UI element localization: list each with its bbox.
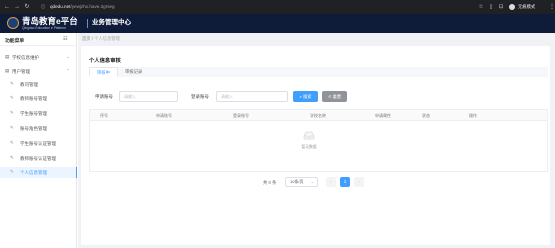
forward-icon[interactable]: → [13, 3, 21, 11]
app-header: 青岛教育e平台 Qingdao Education e Platform 业务管… [0, 14, 555, 33]
column-header: 学校名称 [310, 113, 326, 118]
browser-menu-icon[interactable]: ⋮ [549, 3, 555, 11]
menu-item-label: 学生账号管理 [20, 111, 47, 116]
breadcrumb: 首页 / 个人信息管理 [82, 36, 120, 42]
menu-item-account-roles[interactable]: ✎ 账号角色管理 [0, 123, 77, 134]
incognito-avatar-icon [509, 4, 515, 10]
site-info-icon[interactable]: ⓘ [39, 3, 47, 11]
search-button[interactable]: ⌕ 搜索 [293, 91, 318, 102]
incognito-label: 无痕模式 [518, 4, 536, 9]
tab-bar-background [89, 67, 548, 77]
edit-icon: ✎ [10, 140, 14, 145]
menu-item-label: 学生账号认证管理 [20, 141, 56, 146]
chevron-down-icon: ⌄ [66, 54, 70, 59]
side-panel-icon[interactable]: ▯ [487, 3, 495, 11]
reset-button-label: 重置 [332, 94, 342, 99]
applicant-account-input[interactable]: 请输入 [119, 91, 178, 102]
menu-item-label: 教师账号管理 [20, 96, 47, 101]
bookmark-star-icon[interactable]: ☆ [477, 3, 485, 11]
menu-item-teacher-verification[interactable]: ✎ 教师账号认证管理 [0, 153, 77, 164]
search-button-label: 搜索 [303, 94, 312, 99]
login-account-input[interactable]: 请输入 [216, 91, 288, 102]
review-table: 序号 申请账号 登录账号 学校名称 申请属性 状态 操作 暂无数据 [89, 109, 548, 172]
breadcrumb-separator: / [91, 36, 93, 41]
edit-icon: ✎ [10, 125, 14, 130]
header-divider [87, 19, 88, 28]
platform-logo[interactable] [7, 17, 19, 29]
empty-inbox-icon [303, 131, 315, 140]
column-header: 序号 [100, 113, 108, 118]
sidebar-title: 功能菜单 [5, 39, 25, 44]
sidebar-divider [0, 45, 77, 46]
sidebar: 功能菜单 ☷ ▤ 学校信息维护 ⌄ ▤ 用户管理 ⌃ ✎ 教司管理 ✎ 教师账号… [0, 33, 77, 248]
address-bar[interactable]: qdedu.net/yewjzhx.have.2grseg [50, 3, 480, 11]
school-icon: ▤ [5, 54, 10, 59]
browser-toolbar: ← → ↻ ⓘ qdedu.net/yewjzhx.have.2grseg ☆ … [0, 0, 555, 14]
center-title: 业务管理中心 [92, 19, 131, 26]
url-host: qdedu.net [50, 4, 71, 9]
main-content: 首页 / 个人信息管理 个人信息审核 审核中 审核记录 申请账号 请输入 登录账… [78, 33, 555, 248]
incognito-profile[interactable]: 无痕模式 [508, 3, 554, 11]
chevron-up-icon: ⌃ [66, 68, 70, 73]
content-card: 个人信息审核 审核中 审核记录 申请账号 请输入 登录账号 请输入 ⌕ 搜索 ↺… [81, 46, 550, 245]
tab-pending-review[interactable]: 审核中 [89, 67, 118, 77]
column-header: 登录账号 [233, 113, 249, 118]
table-header: 序号 申请账号 登录账号 学校名称 申请属性 状态 操作 [90, 110, 547, 121]
edit-icon: ✎ [10, 110, 14, 115]
menu-item-teacher-account[interactable]: ✎ 教师账号管理 [0, 93, 77, 104]
back-icon[interactable]: ← [3, 3, 11, 11]
menu-item-student-account[interactable]: ✎ 学生账号管理 [0, 108, 77, 119]
reset-button[interactable]: ↺ 重置 [322, 91, 347, 102]
platform-brand-subtitle: Qingdao Education e Platform [22, 26, 66, 30]
menu-item-label: 个人信息管理 [20, 170, 47, 175]
breadcrumb-current: 个人信息管理 [94, 36, 120, 41]
login-account-label: 登录账号 [191, 94, 209, 99]
tab-bar: 审核中 审核记录 [89, 67, 548, 77]
menu-item-school-account[interactable]: ✎ 教司管理 [0, 79, 77, 90]
extensions-icon[interactable]: ⊡ [497, 3, 505, 11]
edit-icon: ✎ [10, 95, 14, 100]
tab-review-records[interactable]: 审核记录 [118, 67, 149, 77]
menu-group-label: 用户管理 [12, 69, 30, 74]
menu-item-label: 教师账号认证管理 [20, 156, 56, 161]
collapse-menu-icon[interactable]: ☷ [63, 36, 67, 42]
chevron-down-icon: ⌄ [310, 179, 314, 184]
menu-item-student-verification[interactable]: ✎ 学生账号认证管理 [0, 138, 77, 149]
platform-brand: 青岛教育e平台 [22, 16, 78, 26]
menu-item-label: 教司管理 [20, 82, 38, 87]
menu-item-personal-info[interactable]: ✎ 个人信息管理 [0, 167, 77, 178]
column-header: 申请账号 [156, 113, 172, 118]
applicant-account-label: 申请账号 [95, 94, 113, 99]
breadcrumb-home[interactable]: 首页 [82, 36, 91, 41]
menu-group-school-info[interactable]: ▤ 学校信息维护 ⌄ [0, 52, 77, 63]
menu-group-user-management[interactable]: ▤ 用户管理 ⌃ [0, 66, 77, 77]
reload-icon[interactable]: ↻ [23, 3, 31, 11]
page-number-current[interactable]: 1 [340, 177, 350, 187]
next-page-button[interactable]: › [354, 177, 364, 187]
page-size-select[interactable]: 10条/页 ⌄ [285, 177, 318, 187]
prev-page-button[interactable]: ‹ [326, 177, 336, 187]
column-header: 状态 [422, 113, 430, 118]
url-path: /yewjzhx.have.2grseg [70, 4, 115, 9]
column-header: 操作 [469, 113, 477, 118]
column-header: 申请属性 [375, 113, 391, 118]
page-title: 个人信息审核 [89, 58, 121, 64]
edit-icon: ✎ [10, 155, 14, 160]
page-size-value: 10条/页 [290, 179, 304, 184]
edit-icon: ✎ [10, 81, 14, 86]
pagination-total: 共 0 条 [263, 180, 277, 185]
user-icon: ▤ [5, 68, 10, 73]
empty-state-text: 暂无数据 [301, 145, 317, 149]
menu-item-label: 账号角色管理 [20, 126, 47, 131]
menu-group-label: 学校信息维护 [12, 55, 39, 60]
edit-icon: ✎ [10, 169, 14, 174]
